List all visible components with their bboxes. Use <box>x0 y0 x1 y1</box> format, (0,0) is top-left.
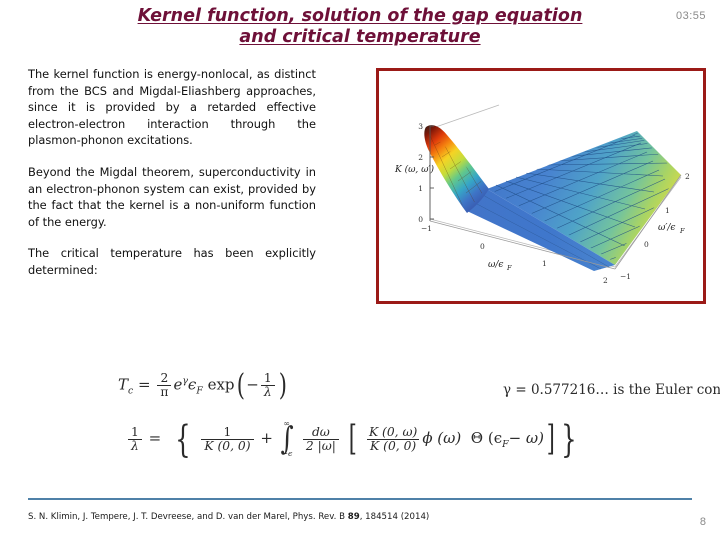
citation-text: S. N. Klimin, J. Tempere, J. T. Devreese… <box>28 512 429 522</box>
theta-function: Θ (ϵ <box>470 429 503 448</box>
euler-constant-note: γ = 0.577216… is the Euler constant <box>503 382 720 398</box>
tc-equals: = <box>138 375 151 394</box>
page-title-line-2: and critical temperature <box>239 27 481 47</box>
y-axis-label: ω′/ϵ <box>658 223 675 233</box>
y-tick-neg1: −1 <box>620 272 631 281</box>
one-over-lambda-lhs: 1 λ <box>128 424 142 453</box>
x-tick-neg1: −1 <box>421 224 432 233</box>
domega-denominator: 2 |ω| <box>302 438 339 453</box>
lambda-equals: = <box>148 429 162 448</box>
z-axis-label: K (ω, ω′) <box>394 164 435 175</box>
clock-label: 03:55 <box>675 10 706 22</box>
page-title: Kernel function, solution of the gap equ… <box>60 6 660 48</box>
one-over-lambda-fraction: 1 λ <box>260 371 275 399</box>
y-axis-label-sub: F <box>679 227 685 235</box>
x-axis-label-sub: F <box>506 264 512 272</box>
tc-subscript: c <box>128 385 134 397</box>
right-brace: } <box>561 416 578 461</box>
z-tick-3: 3 <box>418 122 423 131</box>
citation-pages: , 184514 (2014) <box>359 512 430 522</box>
z-tick-1: 1 <box>418 184 423 193</box>
paragraph-2: Beyond the Migdal theorem, superconducti… <box>28 164 316 229</box>
exp-operator: exp <box>207 375 235 394</box>
z-tick-2: 2 <box>418 153 423 162</box>
x-axis-label: ω/ϵ <box>488 260 503 270</box>
k00-numerator: 1 <box>223 424 232 439</box>
frac-numerator: 2 <box>160 371 169 385</box>
lambda-numerator: 1 <box>131 424 139 439</box>
domega-numerator: dω <box>311 424 330 439</box>
paragraph-1: The kernel function is energy-nonlocal, … <box>28 67 316 148</box>
left-bracket: [ <box>348 418 357 459</box>
slide-canvas: 03:55 Kernel function, solution of the g… <box>0 0 720 540</box>
paragraph-3: The critical temperature has been explic… <box>28 246 316 277</box>
x-tick-2: 2 <box>603 276 608 285</box>
surface-plot-svg: 0 1 2 3 K (ω, ω′) −1 0 1 2 ω/ϵ F −1 0 1 … <box>379 71 703 301</box>
z-tick-0: 0 <box>418 215 423 224</box>
citation-authors: S. N. Klimin, J. Tempere, J. T. Devreese… <box>28 512 348 522</box>
critical-temperature-formula: Tc = 2 π eγϵF exp(− 1 λ ) γ = 0.577216… … <box>118 367 720 403</box>
phi-function: ϕ (ω) <box>422 429 462 448</box>
frac-denominator: π <box>157 384 172 399</box>
epsilon-subscript: F <box>196 385 203 397</box>
page-title-line-1: Kernel function, solution of the gap equ… <box>137 6 583 26</box>
page-number: 8 <box>699 516 706 528</box>
inner-numerator: 1 <box>263 371 272 385</box>
x-tick-1: 1 <box>542 259 547 268</box>
citation-volume: 89 <box>347 512 360 522</box>
y-tick-0: 0 <box>644 240 649 249</box>
tc-symbol: T <box>118 375 129 394</box>
coupling-constant-formula: 1 λ = { 1 K (0, 0) + ∞ ∫ −ϵ dω 2 |ω| [ K… <box>126 420 581 458</box>
integral-glyph: ∫ <box>280 420 294 457</box>
kernel-ratio-fraction: K (0, ω) K (0, 0) <box>366 424 420 453</box>
left-brace: { <box>174 416 191 461</box>
kernel-ratio-denominator: K (0, 0) <box>367 438 420 453</box>
one-over-k00-fraction: 1 K (0, 0) <box>201 424 254 453</box>
lambda-denominator: λ <box>128 438 142 453</box>
right-paren: ) <box>278 367 287 403</box>
minus-sign: − <box>246 375 259 394</box>
x-tick-0: 0 <box>480 242 485 251</box>
k00-denominator: K (0, 0) <box>201 438 254 453</box>
y-tick-1: 1 <box>665 206 670 215</box>
two-over-pi-fraction: 2 π <box>157 371 172 399</box>
right-bracket: ] <box>546 418 555 459</box>
domega-fraction: dω 2 |ω| <box>302 424 339 453</box>
kernel-surface-figure: 0 1 2 3 K (ω, ω′) −1 0 1 2 ω/ϵ F −1 0 1 … <box>376 68 706 304</box>
y-tick-2: 2 <box>685 172 690 181</box>
body-text-column: The kernel function is energy-nonlocal, … <box>28 66 316 279</box>
theta-tail: − ω) <box>508 429 544 448</box>
plus-sign: + <box>260 429 273 448</box>
left-paren: ( <box>236 367 245 403</box>
formula-zone: Tc = 2 π eγϵF exp(− 1 λ ) γ = 0.577216… … <box>0 367 720 487</box>
kernel-ratio-numerator: K (0, ω) <box>368 424 418 439</box>
integral-symbol: ∞ ∫ −ϵ <box>279 420 295 458</box>
inner-denominator: λ <box>260 384 275 399</box>
footer-divider <box>28 498 692 500</box>
